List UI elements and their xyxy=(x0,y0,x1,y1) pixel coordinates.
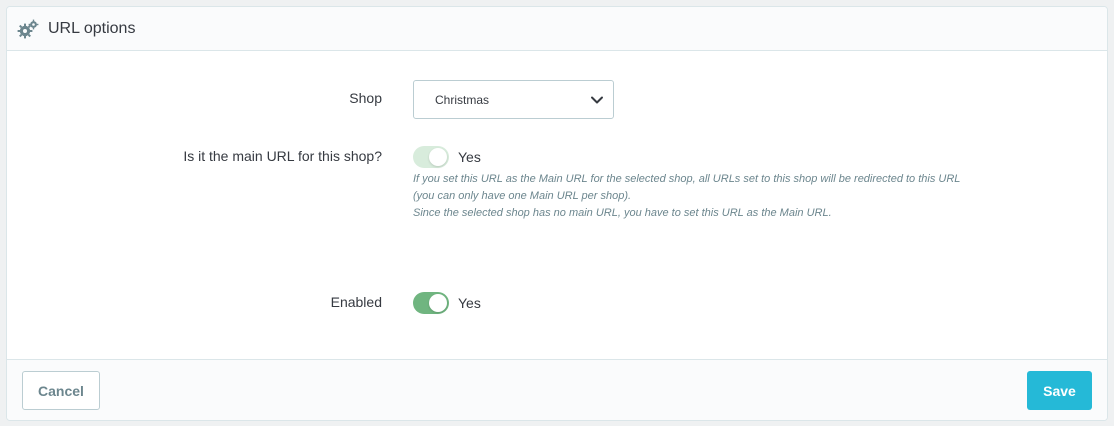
cancel-button[interactable]: Cancel xyxy=(22,371,100,410)
shop-label: Shop xyxy=(349,90,382,106)
enabled-switch-label: Yes xyxy=(458,295,481,311)
url-options-panel: URL options Shop Christmas Is it the mai… xyxy=(6,6,1108,421)
help-line: Since the selected shop has no main URL,… xyxy=(413,207,832,219)
enabled-switch[interactable] xyxy=(413,292,449,314)
panel-title: URL options xyxy=(48,19,136,37)
save-button[interactable]: Save xyxy=(1027,371,1092,410)
enabled-label: Enabled xyxy=(330,294,382,310)
main-url-switch-label: Yes xyxy=(458,149,481,165)
chevron-down-icon xyxy=(590,94,604,106)
main-url-help: If you set this URL as the Main URL for … xyxy=(413,171,1053,222)
panel-heading: URL options xyxy=(7,7,1107,51)
shop-select[interactable]: Christmas xyxy=(413,80,614,119)
panel-footer: Cancel Save xyxy=(7,359,1107,420)
switch-knob xyxy=(429,294,447,312)
help-line: (you can only have one Main URL per shop… xyxy=(413,190,632,202)
cogs-icon xyxy=(17,19,39,39)
main-url-label: Is it the main URL for this shop? xyxy=(183,148,382,164)
main-url-switch[interactable] xyxy=(413,146,449,168)
switch-knob xyxy=(429,148,447,166)
help-line: If you set this URL as the Main URL for … xyxy=(413,173,961,185)
shop-select-value: Christmas xyxy=(435,92,490,107)
